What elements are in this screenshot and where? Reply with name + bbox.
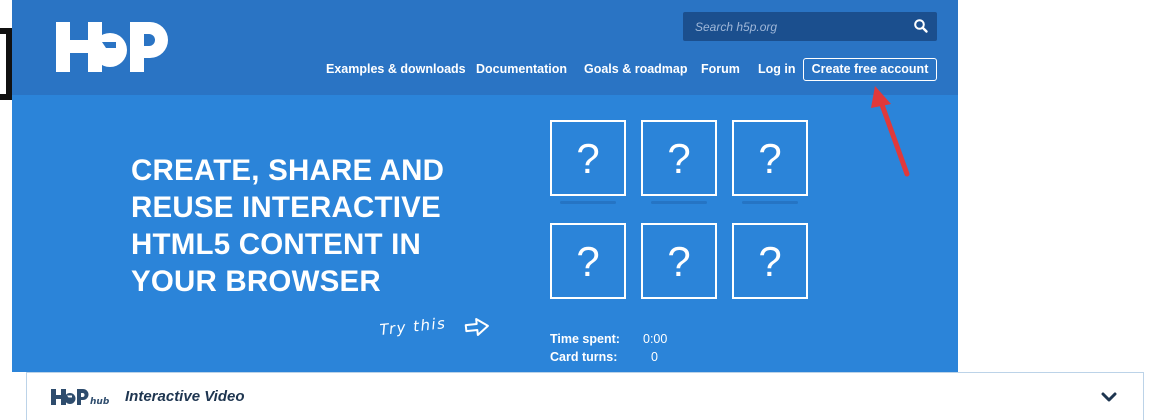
h5p-hub-logo: hub	[51, 389, 110, 406]
headline-line: HTML5 CONTENT IN	[131, 228, 421, 261]
search-bar[interactable]: Search h5p.org	[683, 12, 937, 41]
nav-examples-downloads[interactable]: Examples & downloads	[326, 62, 466, 76]
annotation-arrow	[871, 86, 910, 177]
svg-text:Try this: Try this	[380, 315, 447, 339]
time-spent-label: Time spent:	[550, 332, 620, 346]
card-turns-value: 0	[651, 350, 658, 364]
nav-documentation[interactable]: Documentation	[476, 62, 567, 76]
h5p-hub-panel[interactable]: hub Interactive Video	[26, 372, 1144, 420]
card-turns-label: Card turns:	[550, 350, 618, 364]
chevron-down-icon[interactable]	[1101, 392, 1117, 403]
search-placeholder: Search h5p.org	[695, 20, 778, 34]
memory-card[interactable]: ?	[641, 223, 717, 299]
memory-card[interactable]: ?	[641, 120, 717, 196]
search-icon[interactable]	[913, 18, 929, 34]
time-spent-value: 0:00	[643, 332, 668, 346]
black-bracket-edge	[0, 28, 12, 100]
nav-login[interactable]: Log in	[758, 62, 796, 76]
nav-goals-roadmap[interactable]: Goals & roadmap	[584, 62, 688, 76]
svg-text:hub: hub	[90, 397, 110, 406]
headline-line: CREATE, SHARE AND	[131, 154, 445, 187]
card-shadow	[742, 201, 798, 204]
create-account-button[interactable]: Create free account	[803, 58, 937, 81]
try-this-label: Try this	[380, 315, 489, 339]
memory-card[interactable]: ?	[732, 120, 808, 196]
card-shadow	[560, 201, 616, 204]
hero-headline: CREATE, SHARE AND REUSE INTERACTIVE HTML…	[131, 152, 511, 300]
headline-line: REUSE INTERACTIVE	[131, 191, 441, 224]
memory-card[interactable]: ?	[732, 223, 808, 299]
nav-forum[interactable]: Forum	[701, 62, 740, 76]
memory-card[interactable]: ?	[550, 120, 626, 196]
panel-title: Interactive Video	[125, 388, 245, 405]
memory-card[interactable]: ?	[550, 223, 626, 299]
h5p-logo[interactable]	[54, 20, 178, 74]
card-shadow	[651, 201, 707, 204]
arrow-right-icon	[464, 318, 489, 336]
headline-line: YOUR BROWSER	[131, 265, 381, 298]
